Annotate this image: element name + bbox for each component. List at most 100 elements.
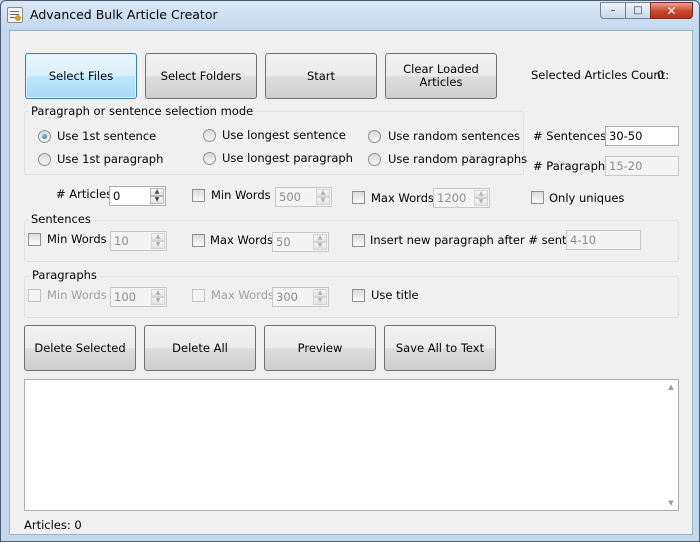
radio-1st-sentence[interactable] <box>38 130 51 143</box>
start-button[interactable]: Start <box>265 53 377 99</box>
radio-1st-sentence-label[interactable]: Use 1st sentence <box>57 129 156 143</box>
sentences-count-input[interactable]: 30-50 <box>605 126 679 146</box>
paragraphs-min-words-label: Min Words <box>47 288 107 302</box>
increment-icon[interactable]: ▲ <box>150 188 164 196</box>
stepper-arrows: ▲ ▼ <box>313 289 327 305</box>
articles-output-textbox[interactable]: ▲ ▼ <box>24 379 679 511</box>
paragraphs-max-words-label: Max Words <box>211 288 274 302</box>
radio-random-paragraphs-label[interactable]: Use random paragraphs <box>388 152 527 166</box>
sentences-group-title: Sentences <box>28 213 94 226</box>
client-area: Select Files Select Folders Start Clear … <box>9 30 693 535</box>
paragraphs-min-words-checkbox[interactable] <box>28 289 41 302</box>
min-words-label: Min Words <box>211 188 271 202</box>
paragraphs-count-label: # Paragraphs <box>533 159 612 173</box>
max-words-label: Max Words <box>371 191 434 205</box>
select-files-button[interactable]: Select Files <box>25 53 137 99</box>
increment-icon[interactable]: ▲ <box>316 189 330 197</box>
increment-icon[interactable]: ▲ <box>151 233 165 241</box>
decrement-icon[interactable]: ▼ <box>313 297 327 305</box>
paragraphs-count-input[interactable]: 15-20 <box>605 156 679 176</box>
maximize-button[interactable]: □ <box>625 2 651 19</box>
increment-icon[interactable]: ▲ <box>313 234 327 242</box>
select-files-label: Select Files <box>48 68 114 83</box>
sentences-min-words-label: Min Words <box>47 232 107 246</box>
radio-1st-paragraph-label[interactable]: Use 1st paragraph <box>57 152 163 166</box>
stepper-arrows: ▲ ▼ <box>151 289 165 305</box>
only-uniques-label: Only uniques <box>549 191 625 205</box>
articles-value: 0 <box>113 189 121 203</box>
delete-all-label: Delete All <box>172 340 228 355</box>
minimize-button[interactable]: – <box>600 2 626 19</box>
max-words-checkbox[interactable] <box>352 191 365 204</box>
min-words-stepper[interactable]: 500 ▲ ▼ <box>275 187 332 207</box>
radio-longest-sentence-label[interactable]: Use longest sentence <box>222 128 346 142</box>
decrement-icon[interactable]: ▼ <box>151 241 165 249</box>
use-title-checkbox[interactable] <box>352 289 365 302</box>
stepper-arrows: ▲ ▼ <box>151 233 165 249</box>
paragraphs-min-words-value: 100 <box>114 290 136 304</box>
paragraphs-max-words-stepper[interactable]: 300 ▲ ▼ <box>272 287 329 307</box>
radio-longest-paragraph[interactable] <box>203 152 216 165</box>
window-title: Advanced Bulk Article Creator <box>30 7 218 22</box>
decrement-icon[interactable]: ▼ <box>313 242 327 250</box>
vertical-scrollbar[interactable]: ▲ ▼ <box>664 380 678 510</box>
insert-paragraph-checkbox[interactable] <box>352 234 365 247</box>
decrement-icon[interactable]: ▼ <box>150 196 164 204</box>
selection-mode-title: Paragraph or sentence selection mode <box>28 105 257 118</box>
increment-icon[interactable]: ▲ <box>313 289 327 297</box>
stepper-arrows: ▲ ▼ <box>316 189 330 205</box>
save-all-to-text-button[interactable]: Save All to Text <box>384 325 496 371</box>
max-words-stepper[interactable]: 1200 ▲ ▼ <box>433 188 490 208</box>
min-words-value: 500 <box>279 190 301 204</box>
only-uniques-checkbox[interactable] <box>531 191 544 204</box>
articles-status: Articles: 0 <box>24 518 82 532</box>
paragraphs-min-words-stepper[interactable]: 100 ▲ ▼ <box>110 287 167 307</box>
increment-icon[interactable]: ▲ <box>151 289 165 297</box>
delete-selected-label: Delete Selected <box>34 340 126 355</box>
sentences-max-words-stepper[interactable]: 50 ▲ ▼ <box>272 232 329 252</box>
sentences-max-words-checkbox[interactable] <box>192 234 205 247</box>
sentences-max-words-label: Max Words <box>210 233 273 247</box>
preview-label: Preview <box>297 340 343 355</box>
sentences-min-words-stepper[interactable]: 10 ▲ ▼ <box>110 231 167 251</box>
decrement-icon[interactable]: ▼ <box>474 198 488 206</box>
sentences-max-words-value: 50 <box>276 235 291 249</box>
articles-label: # Articles <box>56 187 113 201</box>
close-button[interactable]: ✕ <box>650 2 693 19</box>
scroll-up-icon[interactable]: ▲ <box>664 380 678 394</box>
delete-all-button[interactable]: Delete All <box>144 325 256 371</box>
max-words-value: 1200 <box>437 191 467 205</box>
min-words-checkbox[interactable] <box>192 189 205 202</box>
stepper-arrows: ▲ ▼ <box>313 234 327 250</box>
radio-random-paragraphs[interactable] <box>368 153 381 166</box>
clear-loaded-articles-button[interactable]: Clear Loaded Articles <box>385 53 497 99</box>
radio-longest-paragraph-label[interactable]: Use longest paragraph <box>222 151 353 165</box>
scroll-down-icon[interactable]: ▼ <box>664 496 678 510</box>
select-folders-button[interactable]: Select Folders <box>145 53 257 99</box>
document-icon <box>7 7 23 23</box>
sentences-min-words-value: 10 <box>114 234 129 248</box>
articles-stepper[interactable]: 0 ▲ ▼ <box>109 186 166 206</box>
select-folders-label: Select Folders <box>160 68 242 83</box>
title-bar[interactable]: Advanced Bulk Article Creator – □ ✕ <box>1 1 699 29</box>
decrement-icon[interactable]: ▼ <box>151 297 165 305</box>
radio-longest-sentence[interactable] <box>203 129 216 142</box>
radio-random-sentences[interactable] <box>368 130 381 143</box>
start-label: Start <box>306 68 336 83</box>
sentences-min-words-checkbox[interactable] <box>28 233 41 246</box>
main-window: Advanced Bulk Article Creator – □ ✕ Sele… <box>0 0 700 542</box>
insert-paragraph-input[interactable]: 4-10 <box>566 230 641 250</box>
stepper-arrows: ▲ ▼ <box>474 190 488 206</box>
preview-button[interactable]: Preview <box>264 325 376 371</box>
delete-selected-button[interactable]: Delete Selected <box>24 325 136 371</box>
increment-icon[interactable]: ▲ <box>474 190 488 198</box>
radio-1st-paragraph[interactable] <box>38 153 51 166</box>
decrement-icon[interactable]: ▼ <box>316 197 330 205</box>
sentences-count-label: # Sentences <box>533 129 607 143</box>
clear-label-line2: Articles <box>419 75 463 89</box>
paragraphs-max-words-checkbox[interactable] <box>192 289 205 302</box>
radio-random-sentences-label[interactable]: Use random sentences <box>388 129 520 143</box>
save-all-label: Save All to Text <box>395 340 485 355</box>
paragraphs-group-title: Paragraphs <box>29 269 100 282</box>
selected-count-value: 0 <box>657 68 665 82</box>
